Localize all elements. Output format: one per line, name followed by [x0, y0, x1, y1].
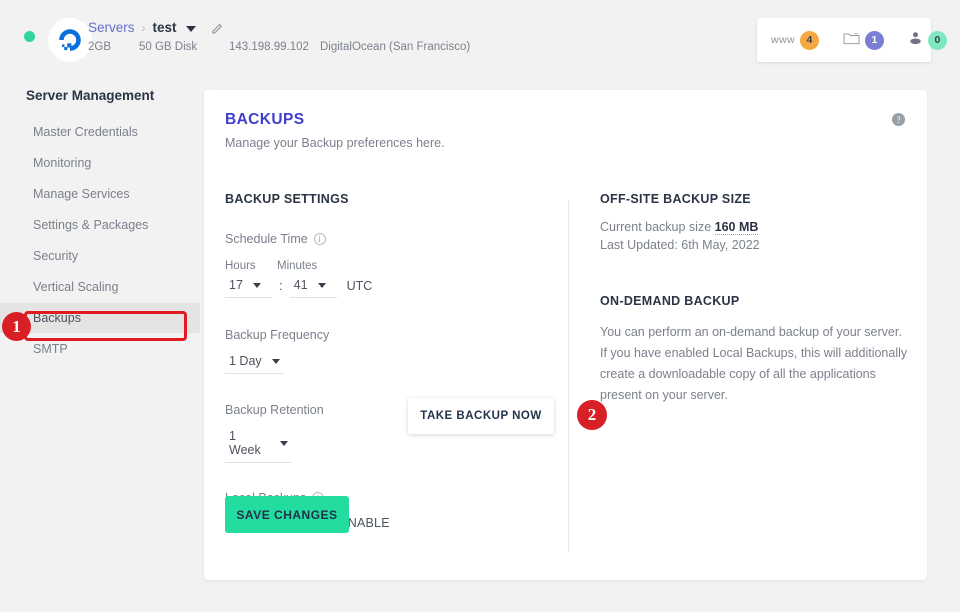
schedule-time-label: Schedule Time i [225, 232, 545, 246]
users-count-badge: 0 [928, 31, 947, 50]
breadcrumb-separator: › [142, 21, 146, 35]
sidebar-item-label: Vertical Scaling [33, 280, 118, 294]
sidebar-title: Server Management [0, 88, 200, 103]
last-updated-text: Last Updated: 6th May, 2022 [600, 238, 910, 252]
sidebar-item-label: Settings & Packages [33, 218, 148, 232]
backup-retention-dropdown[interactable]: 1 Week [225, 427, 292, 463]
current-backup-size-prefix: Current backup size [600, 220, 711, 234]
sidebar-item-security[interactable]: Security [0, 241, 200, 271]
sidebar-item-vertical-scaling[interactable]: Vertical Scaling [0, 272, 200, 302]
page-subtitle: Manage your Backup preferences here. [225, 136, 445, 150]
chevron-down-icon [280, 441, 288, 446]
user-icon [908, 31, 923, 50]
breadcrumb-servers-link[interactable]: Servers [88, 20, 135, 35]
offsite-backup-section: OFF-SITE BACKUP SIZE Current backup size… [600, 192, 910, 406]
time-separator: : [272, 278, 290, 298]
hours-label: Hours [225, 260, 277, 272]
sidebar-item-monitoring[interactable]: Monitoring [0, 148, 200, 178]
sidebar-item-master-credentials[interactable]: Master Credentials [0, 117, 200, 147]
help-circle-icon[interactable]: ? [891, 112, 906, 132]
current-backup-size-value: 160 MB [715, 220, 759, 235]
sidebar-item-label: Backups [33, 311, 81, 325]
hours-dropdown[interactable]: 17 [225, 276, 272, 298]
annotation-step-2: 2 [577, 400, 607, 430]
counters-widget: www 4 1 0 [757, 18, 931, 62]
on-demand-backup-description: You can perform an on-demand backup of y… [600, 322, 908, 406]
minutes-label: Minutes [277, 260, 337, 272]
offsite-backup-heading: OFF-SITE BACKUP SIZE [600, 192, 910, 206]
folders-count-badge: 1 [865, 31, 884, 50]
backup-settings-section: BACKUP SETTINGS Schedule Time i Hours Mi… [225, 192, 545, 530]
server-ram: 2GB [88, 41, 111, 53]
minutes-dropdown[interactable]: 41 [290, 276, 337, 298]
backup-frequency-label: Backup Frequency [225, 328, 545, 342]
minutes-value: 41 [294, 278, 308, 292]
server-ip: 143.198.99.102 [229, 41, 309, 53]
server-status-dot [24, 31, 35, 42]
save-changes-button[interactable]: SAVE CHANGES [225, 496, 349, 533]
on-demand-backup-heading: ON-DEMAND BACKUP [600, 294, 910, 308]
annotation-step-1: 1 [2, 312, 31, 341]
chevron-down-icon[interactable] [186, 26, 196, 32]
current-backup-size-line: Current backup size 160 MB [600, 220, 910, 234]
server-disk: 50 GB Disk [139, 41, 197, 53]
column-divider [568, 200, 569, 552]
counter-folders[interactable]: 1 [843, 31, 884, 50]
sidebar-item-smtp[interactable]: SMTP [0, 334, 200, 364]
folder-icon [843, 31, 860, 50]
info-icon[interactable]: i [314, 233, 326, 245]
backup-retention-value: 1 Week [229, 429, 270, 457]
backups-card: BACKUPS Manage your Backup preferences h… [204, 90, 927, 580]
breadcrumb: Servers › test [88, 20, 224, 35]
sidebar-item-label: SMTP [33, 342, 68, 356]
applications-count-badge: 4 [800, 31, 819, 50]
chevron-down-icon [318, 283, 326, 288]
backup-settings-heading: BACKUP SETTINGS [225, 192, 545, 206]
server-provider: DigitalOcean (San Francisco) [320, 41, 470, 53]
digitalocean-logo [48, 18, 92, 62]
sidebar-item-settings-packages[interactable]: Settings & Packages [0, 210, 200, 240]
chevron-down-icon [272, 359, 280, 364]
hours-value: 17 [229, 278, 243, 292]
backup-frequency-value: 1 Day [229, 354, 262, 368]
sidebar-item-label: Security [33, 249, 78, 263]
svg-text:?: ? [897, 115, 901, 125]
sidebar-item-label: Master Credentials [33, 125, 138, 139]
schedule-time-text: Schedule Time [225, 232, 308, 246]
sidebar-item-label: Manage Services [33, 187, 130, 201]
backup-frequency-dropdown[interactable]: 1 Day [225, 352, 284, 374]
take-backup-now-button[interactable]: TAKE BACKUP NOW [408, 398, 554, 434]
breadcrumb-current-server[interactable]: test [153, 20, 177, 35]
counter-applications[interactable]: www 4 [771, 31, 819, 50]
sidebar-item-manage-services[interactable]: Manage Services [0, 179, 200, 209]
chevron-down-icon [253, 283, 261, 288]
sidebar-item-label: Monitoring [33, 156, 91, 170]
pencil-icon[interactable] [211, 21, 224, 34]
timezone-label: UTC [337, 279, 373, 298]
page-title: BACKUPS [225, 111, 304, 129]
top-bar: Servers › test 2GB 50 GB Disk 143.198.99… [0, 0, 960, 80]
www-icon: www [771, 34, 795, 46]
counter-users[interactable]: 0 [908, 31, 947, 50]
